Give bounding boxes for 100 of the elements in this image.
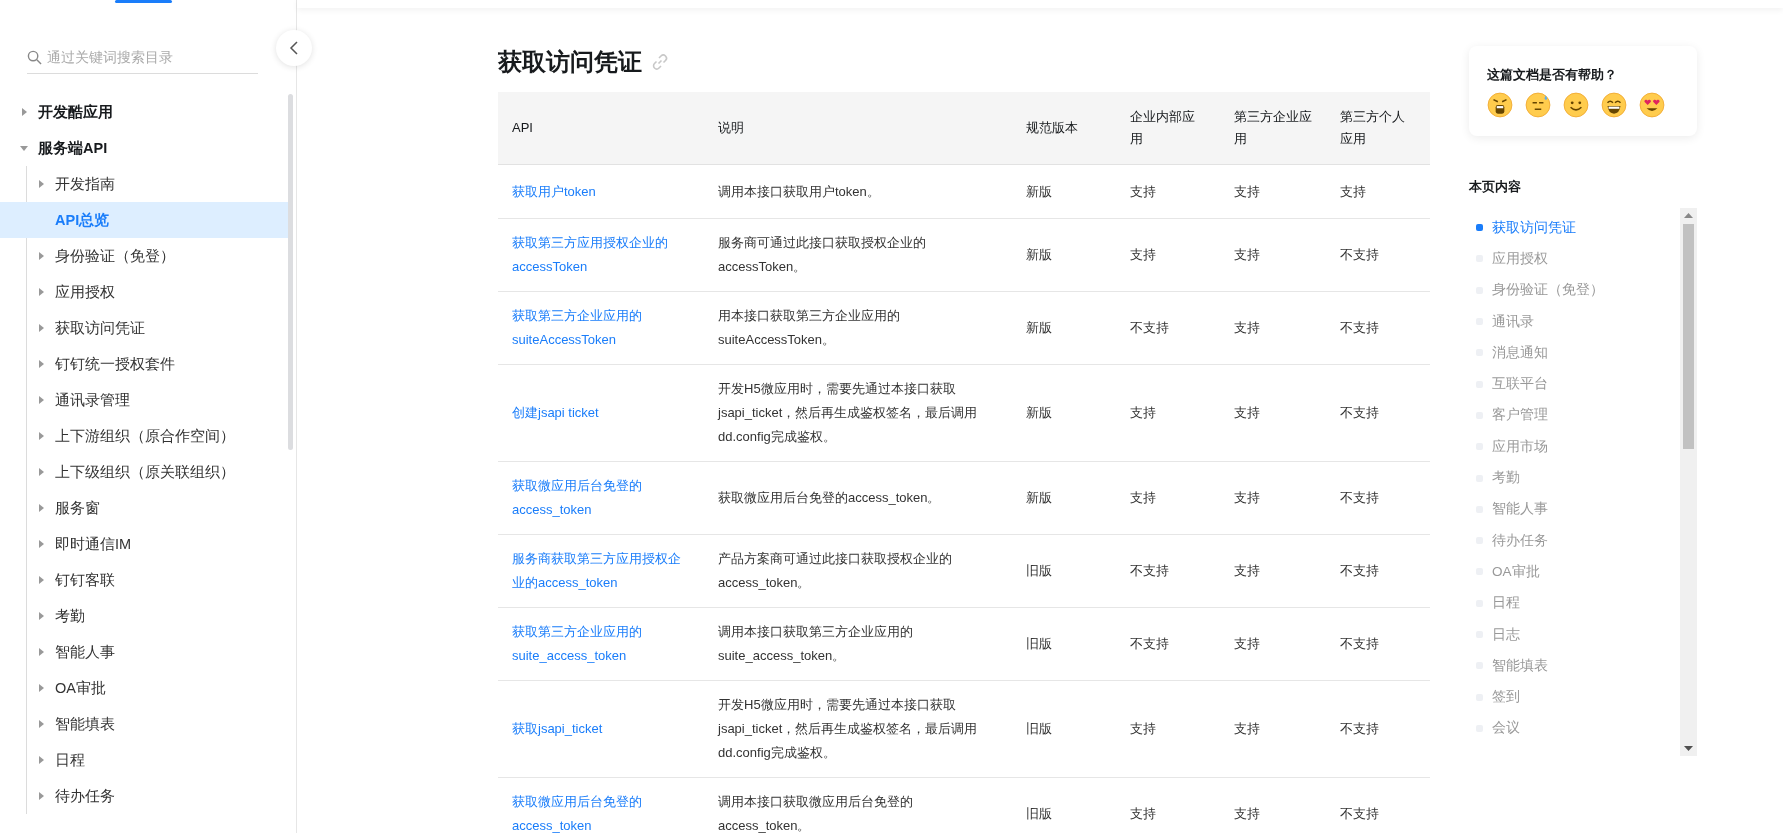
toc-item[interactable]: 日程 bbox=[1469, 587, 1680, 619]
scroll-up-icon[interactable] bbox=[1684, 212, 1693, 218]
table-cell: 支持 bbox=[1234, 405, 1260, 420]
toc-item[interactable]: 通讯录 bbox=[1469, 305, 1680, 338]
table-cell: 不支持 bbox=[1340, 721, 1379, 736]
caret-right-icon[interactable] bbox=[37, 576, 45, 584]
sidebar-item[interactable]: 获取访问凭证 bbox=[0, 310, 288, 346]
table-cell: 支持 bbox=[1234, 563, 1260, 578]
caret-down-icon[interactable] bbox=[20, 144, 28, 152]
caret-right-icon[interactable] bbox=[37, 432, 45, 440]
toc-item[interactable]: 会议 bbox=[1469, 712, 1680, 745]
table-cell: 不支持 bbox=[1340, 405, 1379, 420]
toc-title: 本页内容 bbox=[1469, 178, 1522, 196]
caret-right-icon[interactable] bbox=[37, 684, 45, 692]
caret-right-icon[interactable] bbox=[37, 612, 45, 620]
toc-item[interactable]: 考勤 bbox=[1469, 462, 1680, 494]
toc-item[interactable]: 签到 bbox=[1469, 681, 1680, 713]
caret-right-icon[interactable] bbox=[37, 648, 45, 656]
sidebar-item[interactable]: 应用授权 bbox=[0, 274, 288, 310]
scrollbar[interactable] bbox=[1680, 208, 1697, 756]
sidebar-item[interactable]: 智能填表 bbox=[0, 706, 288, 742]
caret-right-icon[interactable] bbox=[37, 504, 45, 512]
api-link[interactable]: 获取微应用后台免登的access_token bbox=[512, 790, 690, 833]
sidebar-item[interactable]: 钉钉客联 bbox=[0, 562, 288, 598]
sidebar-item[interactable]: 智能人事 bbox=[0, 634, 288, 670]
table-cell: 不支持 bbox=[1130, 563, 1169, 578]
api-link[interactable]: 获取第三方企业应用的suiteAccessToken bbox=[512, 304, 690, 352]
sidebar-item[interactable]: OA审批 bbox=[0, 670, 288, 706]
table-cell: 不支持 bbox=[1340, 490, 1379, 505]
caret-right-icon[interactable] bbox=[37, 180, 45, 188]
api-link[interactable]: 获取第三方企业应用的suite_access_token bbox=[512, 620, 690, 668]
column-header: 规范版本 bbox=[1026, 120, 1078, 135]
table-cell: 不支持 bbox=[1340, 563, 1379, 578]
caret-right-icon[interactable] bbox=[37, 540, 45, 548]
scroll-down-icon[interactable] bbox=[1684, 746, 1693, 752]
table-cell: 支持 bbox=[1130, 183, 1156, 199]
sidebar-item[interactable]: 即时通信IM bbox=[0, 526, 288, 562]
link-icon[interactable] bbox=[650, 52, 670, 72]
caret-right-icon[interactable] bbox=[20, 108, 28, 116]
sweat-face-icon[interactable] bbox=[1525, 92, 1551, 118]
sidebar-item[interactable]: 服务窗 bbox=[0, 490, 288, 526]
caret-right-icon[interactable] bbox=[37, 396, 45, 404]
sidebar-item[interactable]: 开发指南 bbox=[0, 166, 288, 202]
api-link[interactable]: 获取用户token bbox=[512, 179, 690, 204]
sidebar-item[interactable]: 开发酷应用 bbox=[0, 94, 288, 130]
toc-item[interactable]: 智能填表 bbox=[1469, 650, 1680, 682]
api-link[interactable]: 创建jsapi ticket bbox=[512, 401, 690, 425]
toc-item[interactable]: 待办任务 bbox=[1469, 524, 1680, 557]
table-cell: 支持 bbox=[1234, 247, 1260, 262]
column-header: 说明 bbox=[718, 120, 744, 135]
toc-item[interactable]: 互联平台 bbox=[1469, 368, 1680, 400]
toc-item[interactable]: 应用市场 bbox=[1469, 431, 1680, 463]
table-cell: 新版 bbox=[1026, 320, 1052, 335]
caret-right-icon[interactable] bbox=[37, 468, 45, 476]
table-cell: 支持 bbox=[1130, 247, 1156, 262]
table-cell: 调用本接口获取第三方企业应用的suite_access_token。 bbox=[718, 624, 913, 663]
api-link[interactable]: 获取微应用后台免登的access_token bbox=[512, 474, 690, 522]
column-header: 第三方个人应用 bbox=[1340, 109, 1405, 146]
angry-face-icon[interactable] bbox=[1487, 92, 1513, 118]
toc-item[interactable]: 消息通知 bbox=[1469, 337, 1680, 369]
toc-item[interactable]: 智能人事 bbox=[1469, 493, 1680, 525]
sidebar-item[interactable]: 服务端API bbox=[0, 130, 288, 166]
sidebar-item[interactable]: 待办任务 bbox=[0, 778, 288, 814]
sidebar-item[interactable]: 通讯录管理 bbox=[0, 382, 288, 418]
caret-right-icon[interactable] bbox=[37, 360, 45, 368]
sidebar-item[interactable]: 考勤 bbox=[0, 598, 288, 634]
api-link[interactable]: 服务商获取第三方应用授权企业的access_token bbox=[512, 547, 690, 595]
caret-right-icon[interactable] bbox=[37, 720, 45, 728]
caret-right-icon[interactable] bbox=[37, 324, 45, 332]
grin-face-icon[interactable] bbox=[1601, 92, 1627, 118]
toc-item[interactable]: 日志 bbox=[1469, 618, 1680, 651]
table-cell: 新版 bbox=[1026, 490, 1052, 505]
caret-right-icon[interactable] bbox=[37, 288, 45, 296]
sidebar-item[interactable]: 日程 bbox=[0, 742, 288, 778]
sidebar-item[interactable]: 钉钉统一授权套件 bbox=[0, 346, 288, 382]
table-cell: 支持 bbox=[1234, 183, 1260, 199]
api-link[interactable]: 获取第三方应用授权企业的accessToken bbox=[512, 231, 690, 279]
caret-right-icon[interactable] bbox=[37, 252, 45, 260]
api-link[interactable]: 获取jsapi_ticket bbox=[512, 717, 690, 741]
table-cell: 旧版 bbox=[1026, 806, 1052, 821]
collapse-sidebar-button[interactable] bbox=[276, 30, 312, 66]
toc-item[interactable]: 身份验证（免登） bbox=[1469, 274, 1680, 306]
scrollbar[interactable] bbox=[288, 94, 293, 450]
toc-item[interactable]: 获取访问凭证 bbox=[1469, 212, 1680, 244]
table-cell: 不支持 bbox=[1130, 320, 1169, 335]
sidebar-item[interactable]: 上下级组织（原关联组织） bbox=[0, 454, 288, 490]
heart-eyes-face-icon[interactable] bbox=[1639, 92, 1665, 118]
sidebar-item[interactable]: 身份验证（免登） bbox=[0, 238, 288, 274]
caret-right-icon[interactable] bbox=[37, 792, 45, 800]
table-cell: 支持 bbox=[1130, 721, 1156, 736]
toc-item[interactable]: 应用授权 bbox=[1469, 243, 1680, 275]
table-cell: 支持 bbox=[1234, 806, 1260, 821]
sidebar-item[interactable]: API总览 bbox=[0, 202, 288, 238]
toc-item[interactable]: 客户管理 bbox=[1469, 399, 1680, 432]
smile-face-icon[interactable] bbox=[1563, 92, 1589, 118]
caret-right-icon[interactable] bbox=[37, 756, 45, 764]
table-cell: 不支持 bbox=[1340, 320, 1379, 335]
table-cell: 不支持 bbox=[1340, 636, 1379, 651]
sidebar-item[interactable]: 上下游组织（原合作空间） bbox=[0, 418, 288, 454]
toc-item[interactable]: OA审批 bbox=[1469, 556, 1680, 588]
